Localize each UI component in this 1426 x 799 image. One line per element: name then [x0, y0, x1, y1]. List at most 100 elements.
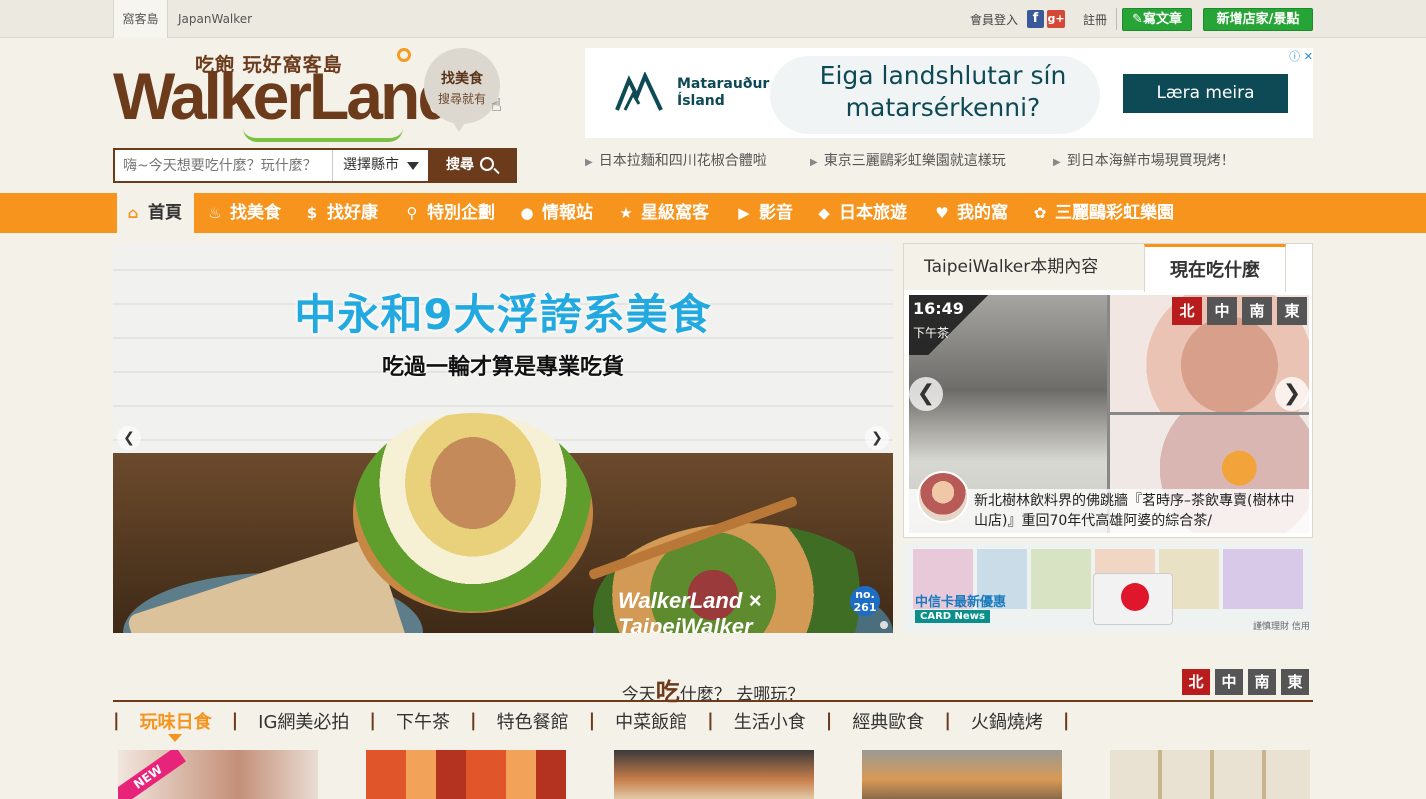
- ad-brand-line2: Ísland: [677, 93, 725, 109]
- current-time: 16:49: [913, 299, 964, 318]
- region-central-button[interactable]: 中: [1207, 297, 1237, 325]
- nav-item-video[interactable]: ▶ 影音: [735, 193, 793, 233]
- tab-walkerland-island[interactable]: 窩客島: [113, 0, 168, 38]
- member-login-link[interactable]: 會員登入: [970, 11, 1018, 28]
- nav-label: 首頁: [148, 203, 182, 223]
- eat-now-caption[interactable]: 新北樹林飲料界的佛跳牆『茗時序–茶飲專賣(樹林中山店)』重回70年代高雄阿婆的綜…: [909, 489, 1309, 533]
- tab-japanwalker[interactable]: JapanWalker: [178, 0, 252, 38]
- nav-label: 我的窩: [957, 203, 1008, 223]
- divider: |: [369, 710, 376, 731]
- tab-category[interactable]: 火鍋燒烤: [951, 710, 1063, 736]
- tab-category[interactable]: 經典歐食: [832, 710, 944, 736]
- nav-item-my[interactable]: ♥ 我的窩: [933, 193, 1008, 233]
- nav-label: 找好康: [327, 203, 378, 223]
- write-article-label: 寫文章: [1142, 12, 1182, 27]
- nav-item-star-walker[interactable]: ★ 星級窩客: [617, 193, 709, 233]
- time-badge: 16:49 下午茶: [909, 295, 993, 355]
- article-thumbnail[interactable]: NEW: [118, 750, 318, 799]
- eat-now-slider[interactable]: 16:49 下午茶 北 中 南 東 ❮ ❯ 新北樹林飲料界的佛跳牆『茗時序–茶飲…: [909, 295, 1309, 533]
- triangle-right-icon: ▶: [810, 157, 818, 168]
- region-east-button[interactable]: 東: [1281, 669, 1309, 695]
- register-link[interactable]: 註冊: [1083, 11, 1107, 28]
- chevron-right-icon[interactable]: ❯: [865, 426, 889, 450]
- hero-banner[interactable]: 中永和9大浮誇系美食 吃過一輪才算是專業吃貨 WalkerLand × Taip…: [113, 243, 893, 633]
- article-thumbnail[interactable]: [614, 750, 814, 799]
- search-bar: 選擇縣市 搜尋: [113, 148, 517, 183]
- home-icon: ⌂: [127, 204, 139, 222]
- nav-label: 三麗鷗彩虹樂園: [1055, 203, 1174, 223]
- logo-dot: [397, 48, 411, 62]
- ad-cta-button[interactable]: Læra meira: [1123, 74, 1288, 113]
- tab-taipeiwalker[interactable]: TaipeiWalker本期內容: [904, 244, 1144, 290]
- facebook-login-icon[interactable]: f: [1027, 10, 1044, 28]
- region-south-button[interactable]: 南: [1242, 297, 1272, 325]
- hand-cursor-icon: ☝: [491, 95, 502, 116]
- tab-category[interactable]: 玩味日食: [120, 710, 232, 736]
- advertisement[interactable]: Matarauður Ísland Eiga landshlutar sín m…: [585, 48, 1313, 138]
- nav-item-home[interactable]: ⌂ 首頁: [117, 193, 194, 233]
- ctbc-card-promo[interactable]: 中信卡最新優惠 CARD News 謹慎理財 信用至上: [903, 543, 1313, 633]
- region-north-button[interactable]: 北: [1172, 297, 1202, 325]
- search-button[interactable]: 搜尋: [428, 150, 517, 181]
- nav-item-deals[interactable]: $ 找好康: [303, 193, 378, 233]
- nav-item-info[interactable]: ● 情報站: [518, 193, 593, 233]
- search-input[interactable]: [115, 150, 331, 181]
- article-thumbnail[interactable]: [862, 750, 1062, 799]
- region-south-button[interactable]: 南: [1248, 669, 1276, 695]
- walkerland-logo[interactable]: 吃飽 玩好窩客島 WalkerLand: [113, 48, 458, 143]
- tab-category[interactable]: IG網美必拍: [238, 710, 369, 736]
- banner-title: 中永和9大浮誇系美食: [294, 290, 712, 339]
- slide-indicator[interactable]: [880, 621, 888, 629]
- sanrio-icon: ✿: [1033, 204, 1047, 222]
- building-image: [1223, 549, 1303, 609]
- quick-link[interactable]: ▶ 東京三麗鷗彩虹樂園就這樣玩: [810, 150, 1006, 170]
- nav-item-special[interactable]: ⚲ 特別企劃: [403, 193, 496, 233]
- section-divider: [113, 700, 1313, 702]
- category-tabs: | 玩味日食 | IG網美必拍 | 下午茶 | 特色餐館 | 中菜飯館 | 生活…: [113, 710, 1069, 736]
- adchoices-icon[interactable]: ⓘ ✕: [1282, 48, 1313, 63]
- region-north-button[interactable]: 北: [1182, 669, 1210, 695]
- tab-category[interactable]: 生活小食: [714, 710, 826, 736]
- promo-disclaimer: 謹慎理財 信用至上: [1253, 622, 1310, 632]
- article-thumbnail[interactable]: [366, 750, 566, 799]
- write-article-button[interactable]: ✎寫文章: [1122, 8, 1192, 31]
- banner-burger-image: [353, 413, 593, 613]
- nav-label: 星級窩客: [641, 203, 709, 223]
- nav-item-japan[interactable]: ◆ 日本旅遊: [815, 193, 907, 233]
- new-badge: NEW: [118, 750, 186, 799]
- quick-link[interactable]: ▶ 到日本海鮮市場現買現烤！: [1053, 150, 1235, 170]
- chevron-left-icon[interactable]: ❮: [117, 426, 141, 450]
- issue-badge-line2: 261: [853, 601, 877, 614]
- tab-category[interactable]: 中菜飯館: [595, 710, 707, 736]
- city-select[interactable]: 選擇縣市: [332, 150, 427, 181]
- star-icon: ★: [619, 204, 633, 222]
- nav-item-sanrio[interactable]: ✿ 三麗鷗彩虹樂園: [1031, 193, 1174, 233]
- ad-brand: Matarauður Ísland: [677, 76, 769, 110]
- coin-icon: $: [306, 204, 318, 222]
- pencil-icon: ✎: [1132, 12, 1143, 27]
- video-icon: ▶: [738, 204, 750, 222]
- ad-headline: Eiga landshlutar sín matarsérkenni?: [819, 61, 1067, 122]
- quick-link[interactable]: ▶ 日本拉麵和四川花椒合體啦: [585, 150, 767, 170]
- diamond-icon: ◆: [818, 204, 830, 222]
- article-thumbnail[interactable]: [1110, 750, 1310, 799]
- banner-subtitle: 吃過一輪才算是專業吃貨: [381, 355, 624, 380]
- chevron-right-icon[interactable]: ❯: [1275, 377, 1309, 411]
- red-ball-image: [1121, 583, 1149, 611]
- tab-category[interactable]: 下午茶: [376, 710, 470, 736]
- tab-eat-now[interactable]: 現在吃什麼: [1144, 244, 1286, 292]
- region-east-button[interactable]: 東: [1277, 297, 1307, 325]
- chevron-left-icon[interactable]: ❮: [909, 377, 943, 411]
- divider: |: [470, 710, 477, 731]
- tab-category[interactable]: 特色餐館: [477, 710, 589, 736]
- add-store-button[interactable]: 新增店家/景點: [1203, 8, 1313, 31]
- region-central-button[interactable]: 中: [1215, 669, 1243, 695]
- search-button-label: 搜尋: [446, 157, 474, 173]
- section-title-pre: 今天: [621, 685, 656, 705]
- google-login-icon[interactable]: g+: [1047, 10, 1065, 28]
- find-food-bubble[interactable]: 找美食 搜尋就有: [424, 48, 500, 132]
- nav-item-find-food[interactable]: ♨ 找美食: [206, 193, 281, 233]
- avatar: [917, 471, 969, 523]
- quick-link-label: 東京三麗鷗彩虹樂園就這樣玩: [823, 153, 1006, 169]
- issue-badge: no. 261: [850, 586, 880, 616]
